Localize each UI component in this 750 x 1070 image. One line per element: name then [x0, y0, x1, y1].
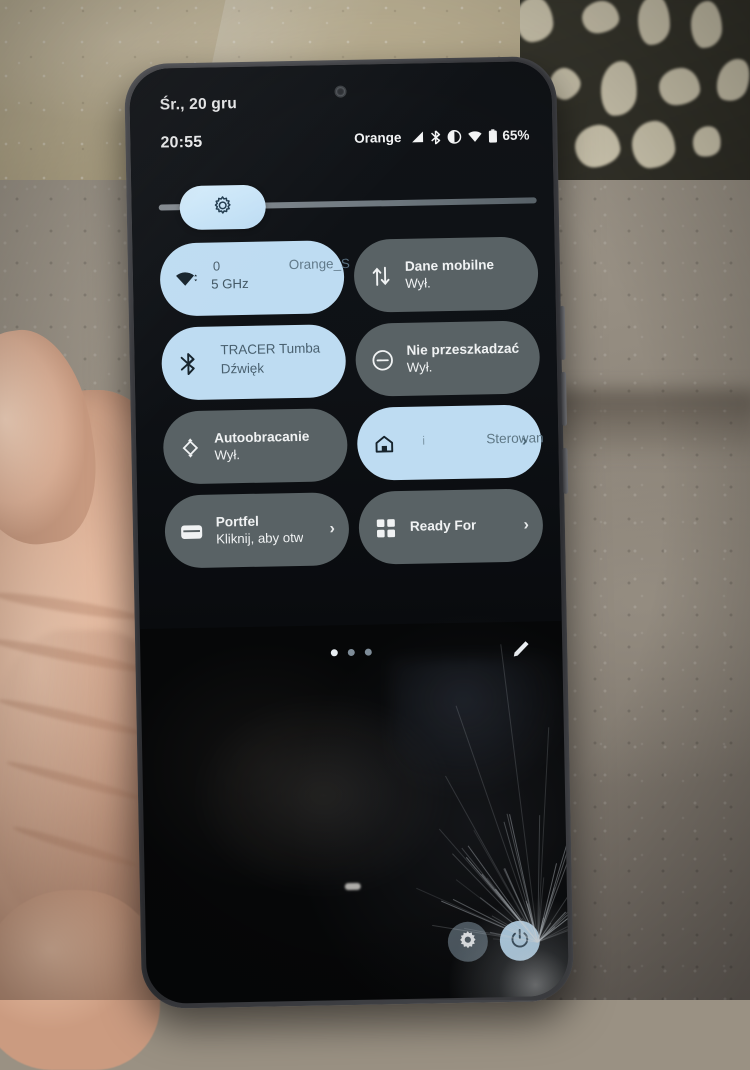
power-button[interactable] [499, 920, 541, 962]
battery-icon [488, 128, 497, 143]
data-transfer-icon [368, 265, 394, 287]
tile-title: Ready For [409, 517, 477, 535]
page-dot-2[interactable] [347, 648, 355, 657]
quick-settings-tiles: 0 5 GHz Orange_S Dane mobilne Wył. TRACE… [159, 236, 544, 569]
bluetooth-icon [430, 129, 441, 144]
signal-icon [410, 130, 424, 143]
tile-wallet[interactable]: Portfel Kliknij, aby otw › [164, 492, 350, 569]
phone-device: Śr., 20 gru 20:55 Orange 65% 0 5 GHz Ora… [123, 55, 575, 1010]
tile-do-not-disturb[interactable]: Nie przeszkadzać Wył. [354, 320, 541, 397]
auto-rotate-icon [177, 436, 203, 458]
brightness-icon [213, 195, 233, 220]
volume-down-button[interactable] [560, 371, 567, 426]
tile-mobile-data[interactable]: Dane mobilne Wył. [353, 236, 539, 313]
wifi-band-label: 5 GHz [211, 275, 249, 292]
phone-screen[interactable]: Śr., 20 gru 20:55 Orange 65% 0 5 GHz Ora… [129, 61, 569, 1004]
tile-bluetooth[interactable]: TRACER Tumba Dźwięk [161, 324, 347, 401]
tile-subtitle: Wył. [214, 446, 241, 463]
page-dot-1[interactable] [330, 649, 338, 657]
tile-device-controls[interactable]: i Sterowan › [356, 404, 544, 481]
tile-subtitle: Wył. [406, 359, 433, 375]
wifi-ssid-label: Orange_S [288, 255, 351, 272]
controls-info-marker: i [422, 433, 426, 448]
status-icons: Orange 65% [354, 127, 530, 145]
tile-title: Autoobracanie [214, 428, 310, 446]
tile-subtitle: Dźwięk [220, 360, 265, 376]
tile-subtitle: Kliknij, aby otw [215, 529, 304, 547]
wifi-icon [174, 269, 200, 289]
chevron-right-icon[interactable]: › [522, 432, 528, 450]
screen-glare [390, 655, 569, 800]
thumbnail [0, 338, 5, 424]
reflection-highlight [344, 882, 361, 891]
grid-icon [373, 518, 399, 538]
chevron-right-icon[interactable]: › [329, 520, 335, 538]
gear-icon [458, 929, 478, 954]
bottom-action-buttons [447, 920, 541, 963]
home-icon [371, 433, 397, 455]
page-dot-3[interactable] [364, 648, 372, 656]
tile-ready-for[interactable]: Ready For › [358, 488, 544, 565]
chevron-right-icon[interactable]: › [523, 516, 529, 534]
page-indicator[interactable] [330, 648, 372, 657]
tile-auto-rotate[interactable]: Autoobracanie Wył. [162, 408, 349, 485]
battery-percent: 65% [502, 127, 530, 143]
tile-title: Sterowan [486, 429, 544, 446]
do-not-disturb-icon [447, 129, 462, 144]
do-not-disturb-icon [369, 349, 395, 371]
wifi-speed-value: 0 [212, 257, 221, 274]
wifi-icon [467, 130, 482, 142]
tile-wifi[interactable]: 0 5 GHz Orange_S [159, 240, 350, 317]
power-side-button[interactable] [562, 447, 569, 494]
tile-title: Portfel [215, 513, 259, 530]
status-date: Śr., 20 gru [159, 95, 238, 114]
tile-title: TRACER Tumba [220, 340, 321, 357]
carrier-label: Orange [353, 129, 402, 146]
brightness-thumb[interactable] [179, 184, 267, 231]
volume-up-button[interactable] [559, 305, 566, 360]
tile-subtitle: Wył. [405, 275, 431, 291]
status-bar: Śr., 20 gru 20:55 Orange 65% [130, 89, 553, 177]
bluetooth-icon [176, 352, 202, 375]
status-clock: 20:55 [160, 133, 203, 152]
lower-finger [0, 890, 160, 1070]
tile-title: Dane mobilne [404, 257, 495, 275]
wallet-icon [179, 522, 205, 540]
settings-button[interactable] [447, 921, 489, 963]
brightness-slider[interactable] [158, 179, 537, 231]
power-icon [509, 927, 532, 954]
